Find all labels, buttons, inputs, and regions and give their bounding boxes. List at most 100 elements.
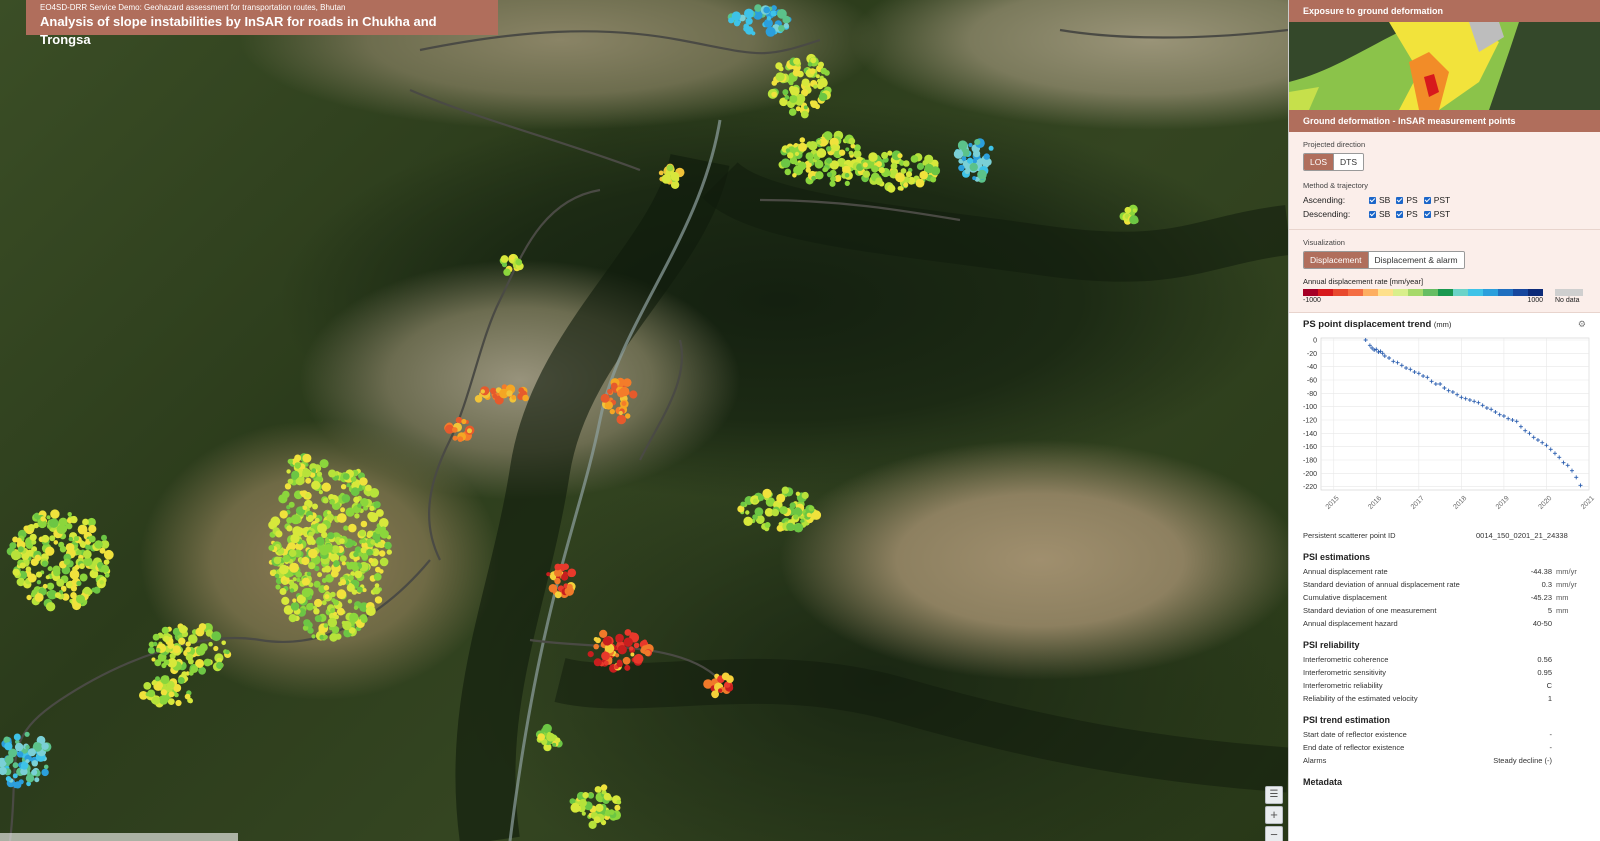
insar-point[interactable]: [77, 524, 88, 535]
insar-point[interactable]: [629, 390, 638, 399]
insar-point[interactable]: [211, 631, 222, 642]
insar-point[interactable]: [329, 498, 335, 505]
insar-point[interactable]: [862, 170, 871, 178]
insar-point[interactable]: [599, 629, 608, 639]
insar-point[interactable]: [887, 150, 893, 156]
insar-point[interactable]: [331, 545, 340, 554]
insar-point[interactable]: [373, 573, 382, 581]
insar-point[interactable]: [582, 792, 589, 799]
insar-point[interactable]: [47, 566, 53, 572]
insar-point[interactable]: [366, 548, 373, 556]
insar-point[interactable]: [816, 139, 822, 145]
insar-point[interactable]: [623, 637, 633, 647]
insar-point[interactable]: [384, 541, 392, 550]
insar-point[interactable]: [41, 534, 50, 543]
insar-point[interactable]: [321, 531, 328, 539]
insar-point[interactable]: [199, 643, 208, 652]
insar-point[interactable]: [345, 507, 355, 517]
insar-point[interactable]: [73, 535, 80, 542]
insar-point[interactable]: [794, 161, 799, 166]
insar-point[interactable]: [795, 491, 801, 496]
insar-point[interactable]: [348, 523, 357, 533]
insar-point[interactable]: [617, 645, 627, 655]
insar-point[interactable]: [27, 524, 35, 531]
insar-point[interactable]: [323, 623, 329, 628]
insar-point[interactable]: [305, 477, 312, 484]
insar-point[interactable]: [301, 577, 310, 586]
insar-point[interactable]: [818, 92, 828, 102]
insar-point[interactable]: [593, 658, 602, 667]
insar-point[interactable]: [844, 172, 850, 178]
insar-point[interactable]: [546, 572, 551, 577]
insar-point[interactable]: [151, 696, 160, 705]
insar-point[interactable]: [350, 540, 356, 546]
insar-point[interactable]: [299, 490, 304, 495]
insar-point[interactable]: [546, 732, 555, 742]
insar-point[interactable]: [375, 566, 381, 573]
insar-point[interactable]: [900, 168, 907, 174]
insar-point[interactable]: [910, 155, 919, 163]
checkbox-icon[interactable]: [1423, 210, 1431, 218]
checkbox-icon[interactable]: [1369, 210, 1376, 218]
insar-point[interactable]: [814, 103, 821, 110]
insar-point[interactable]: [340, 484, 347, 490]
insar-point[interactable]: [313, 608, 320, 615]
insar-point[interactable]: [783, 23, 789, 29]
insar-point[interactable]: [754, 4, 762, 12]
insar-point[interactable]: [275, 584, 281, 590]
insar-point[interactable]: [630, 652, 635, 657]
insar-point[interactable]: [778, 522, 783, 526]
insar-point[interactable]: [661, 174, 671, 184]
insar-point[interactable]: [147, 646, 155, 654]
insar-point[interactable]: [897, 153, 903, 159]
insar-point[interactable]: [617, 389, 626, 398]
insar-point[interactable]: [331, 598, 336, 603]
insar-point[interactable]: [562, 563, 569, 570]
insar-point[interactable]: [12, 773, 18, 779]
insar-point[interactable]: [198, 623, 207, 631]
settings-icon[interactable]: ⚙: [1578, 319, 1586, 330]
insar-point[interactable]: [644, 649, 651, 657]
insar-point[interactable]: [279, 564, 289, 575]
insar-point[interactable]: [616, 660, 623, 668]
insar-point[interactable]: [294, 454, 302, 462]
insar-point[interactable]: [658, 170, 664, 176]
insar-point[interactable]: [810, 57, 817, 64]
insar-point[interactable]: [977, 158, 985, 166]
insar-point[interactable]: [365, 484, 372, 492]
insar-point[interactable]: [642, 639, 647, 644]
insar-point[interactable]: [784, 168, 792, 176]
insar-point[interactable]: [307, 539, 313, 545]
insar-point[interactable]: [184, 693, 191, 700]
insar-point[interactable]: [579, 799, 587, 807]
insar-point[interactable]: [622, 656, 631, 665]
insar-point[interactable]: [348, 575, 354, 581]
insar-point[interactable]: [279, 588, 287, 595]
insar-point[interactable]: [771, 80, 778, 86]
insar-point[interactable]: [360, 616, 368, 623]
insar-point[interactable]: [323, 585, 330, 591]
insar-point[interactable]: [968, 142, 973, 148]
insar-point[interactable]: [287, 458, 293, 465]
insar-point[interactable]: [198, 666, 207, 675]
insar-point[interactable]: [815, 171, 824, 180]
deformation-header[interactable]: Ground deformation - InSAR measurement p…: [1289, 110, 1600, 132]
insar-point[interactable]: [221, 640, 226, 646]
insar-point[interactable]: [104, 559, 110, 565]
insar-point[interactable]: [296, 577, 301, 583]
insar-point[interactable]: [56, 524, 66, 535]
insar-point[interactable]: [509, 254, 515, 261]
insar-point[interactable]: [375, 527, 382, 535]
insar-point[interactable]: [161, 626, 169, 634]
insar-point[interactable]: [27, 748, 36, 757]
insar-point[interactable]: [373, 550, 379, 556]
insar-point[interactable]: [562, 571, 568, 577]
insar-point[interactable]: [82, 518, 89, 526]
insar-point[interactable]: [143, 682, 152, 690]
insar-point[interactable]: [19, 562, 26, 569]
insar-point[interactable]: [615, 653, 620, 658]
insar-point[interactable]: [16, 751, 24, 758]
insar-point[interactable]: [359, 477, 368, 486]
insar-point[interactable]: [353, 557, 358, 562]
insar-point[interactable]: [480, 389, 485, 394]
